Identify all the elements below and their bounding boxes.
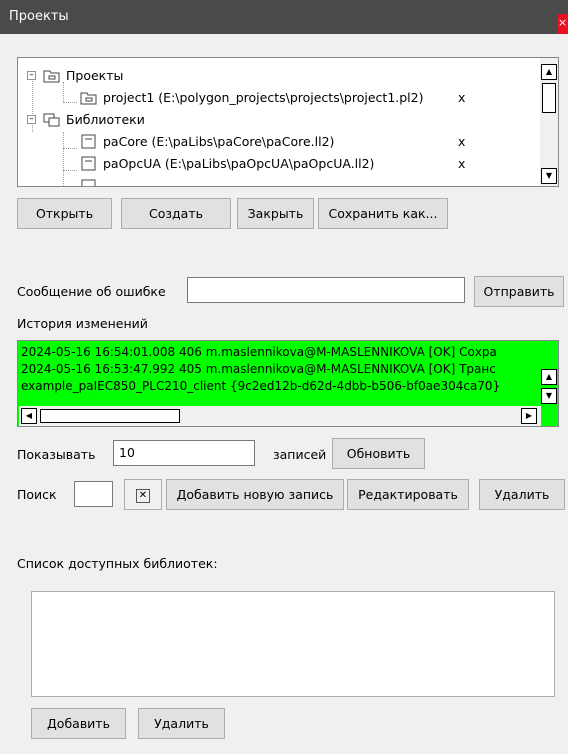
records-count-input[interactable]: 10	[113, 440, 255, 466]
search-input[interactable]	[74, 481, 113, 507]
error-report-input[interactable]	[187, 277, 465, 303]
scroll-thumb[interactable]	[542, 83, 556, 113]
tree-node-projects[interactable]: – Проекты	[18, 65, 538, 87]
show-label: Показывать	[17, 447, 96, 462]
collapse-icon[interactable]: –	[27, 115, 36, 124]
close-icon: ×	[558, 16, 568, 29]
collapse-icon[interactable]: –	[27, 71, 36, 80]
tree-label: paOpcUA (E:\paLibs\paOpcUA\paOpcUA.ll2)	[103, 156, 375, 171]
scroll-thumb[interactable]	[40, 409, 180, 423]
scroll-left-icon[interactable]: ◀	[21, 408, 37, 424]
library-icon	[81, 134, 96, 149]
history-vscrollbar[interactable]: ▲ ▼	[540, 341, 558, 426]
tree-node-project1[interactable]: project1 (E:\polygon_projects\projects\p…	[18, 87, 538, 109]
open-button[interactable]: Открыть	[17, 198, 112, 229]
tree-node-paopcua[interactable]: paOpcUA (E:\paLibs\paOpcUA\paOpcUA.ll2) …	[18, 153, 538, 175]
tree-label: Библиотеки	[66, 112, 145, 127]
add-library-button[interactable]: Добавить	[31, 708, 126, 739]
create-button[interactable]: Создать	[121, 198, 231, 229]
history-entry[interactable]: example_paIEC850_PLC210_client {9c2ed12b…	[21, 378, 500, 395]
history-entry[interactable]: 2024-05-16 16:54:01.008 406 m.maslenniko…	[21, 344, 497, 361]
tree-label: project1 (E:\polygon_projects\projects\p…	[103, 90, 424, 105]
scroll-right-icon[interactable]: ▶	[521, 408, 537, 424]
remove-project-icon[interactable]: x	[458, 87, 465, 109]
tree-label: paCore (E:\paLibs\paCore\paCore.ll2)	[103, 134, 335, 149]
tree-node-pacore[interactable]: paCore (E:\paLibs\paCore\paCore.ll2) x	[18, 131, 538, 153]
history-entry[interactable]: 2024-05-16 16:53:47.992 405 m.maslenniko…	[21, 361, 496, 378]
project-icon	[80, 92, 97, 105]
scroll-up-icon[interactable]: ▲	[541, 369, 557, 385]
library-icon	[81, 156, 96, 171]
refresh-button[interactable]: Обновить	[332, 438, 425, 469]
history-hscrollbar[interactable]: ◀ ▶	[19, 406, 541, 426]
scroll-down-icon[interactable]: ▼	[541, 388, 557, 404]
library-icon	[81, 179, 96, 186]
add-record-button[interactable]: Добавить новую запись	[166, 479, 344, 510]
close-project-button[interactable]: Закрыть	[237, 198, 314, 229]
tree-node-libraries[interactable]: – Библиотеки	[18, 109, 538, 131]
window-title: Проекты	[9, 9, 69, 24]
search-label: Поиск	[17, 487, 57, 502]
scroll-down-icon[interactable]: ▼	[541, 168, 557, 184]
clear-search-button[interactable]: ✕	[124, 479, 162, 510]
history-label: История изменений	[17, 316, 148, 331]
delete-record-button[interactable]: Удалить	[479, 479, 565, 510]
project-tree[interactable]: – Проекты project1 (E:\polygon_projects\…	[17, 57, 559, 187]
remove-library-icon[interactable]: x	[458, 131, 465, 153]
title-bar: Проекты ×	[0, 0, 568, 34]
tree-label: Проекты	[66, 68, 124, 83]
close-window-button[interactable]: ×	[558, 14, 568, 34]
clear-icon: ✕	[136, 488, 150, 503]
records-suffix-label: записей	[273, 447, 327, 462]
edit-button[interactable]: Редактировать	[347, 479, 469, 510]
scroll-up-icon[interactable]: ▲	[541, 64, 557, 80]
delete-library-button[interactable]: Удалить	[138, 708, 225, 739]
libraries-label: Список доступных библиотек:	[17, 556, 218, 571]
save-as-button[interactable]: Сохранить как...	[318, 198, 448, 229]
available-libraries-list[interactable]	[31, 591, 555, 697]
tree-scrollbar[interactable]: ▲ ▼	[540, 58, 558, 186]
libraries-icon	[43, 113, 60, 127]
history-list[interactable]: 2024-05-16 16:54:01.008 406 m.maslenniko…	[17, 340, 559, 427]
remove-library-icon[interactable]: x	[458, 153, 465, 175]
folder-icon	[43, 70, 60, 83]
error-report-label: Сообщение об ошибке	[17, 284, 166, 299]
send-button[interactable]: Отправить	[474, 276, 564, 307]
